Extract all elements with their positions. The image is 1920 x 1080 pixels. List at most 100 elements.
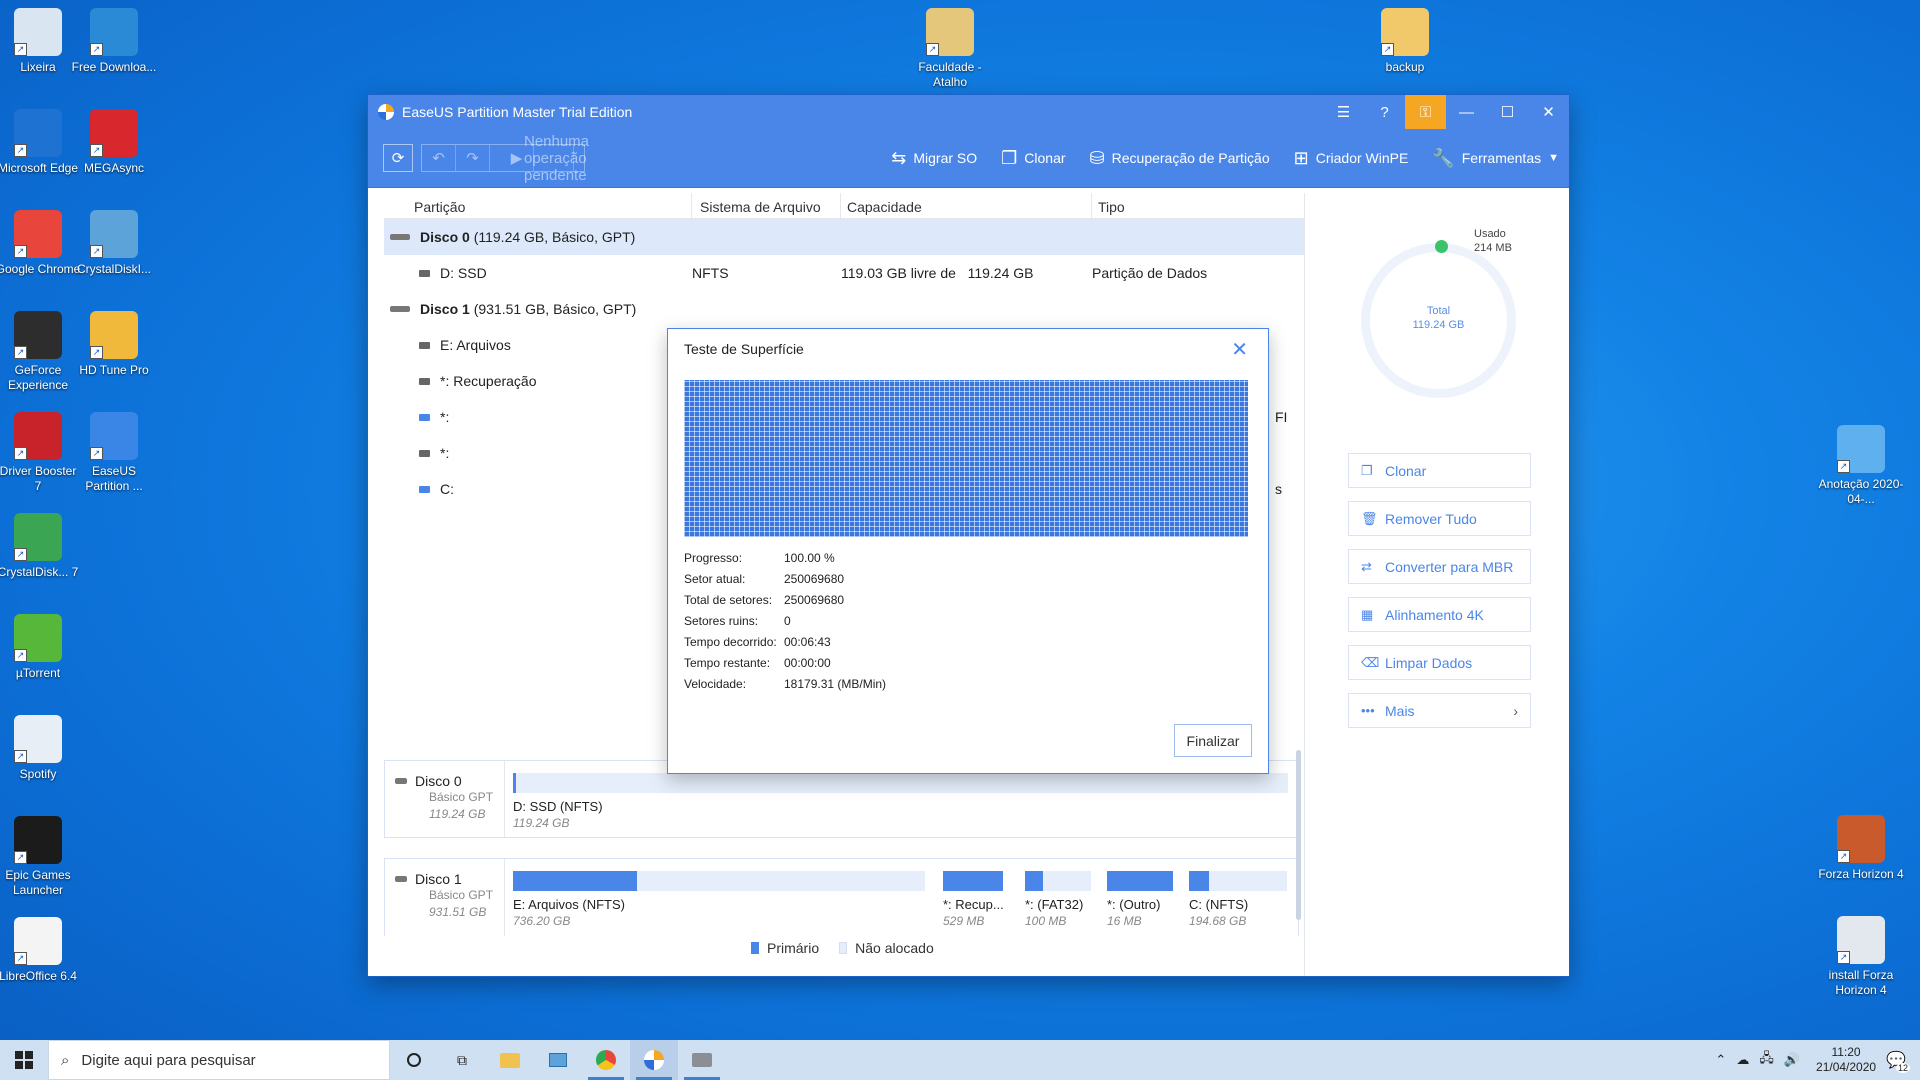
desktop-shortcut[interactable]: ↗ LibreOffice 6.4 — [0, 917, 81, 984]
task-view-button[interactable]: ⧉ — [438, 1040, 486, 1080]
maximize-button[interactable]: ☐ — [1487, 95, 1528, 129]
more-button[interactable]: ••• Mais › — [1348, 693, 1531, 728]
dialog-close-icon[interactable]: ✕ — [1231, 337, 1248, 362]
partition-total: 119.24 GB — [967, 265, 1034, 281]
desktop-shortcut[interactable]: ↗ Forza Horizon 4 — [1818, 815, 1904, 882]
title-bar: EaseUS Partition Master Trial Edition ☰ … — [368, 95, 1569, 129]
desktop-shortcut[interactable]: ↗ µTorrent — [0, 614, 81, 681]
scan-stat-value: 250069680 — [784, 593, 845, 607]
chevron-up-icon[interactable]: ⌃ — [1715, 1052, 1726, 1068]
scan-stat-label: Total de setores: — [684, 593, 773, 607]
desktop-shortcut[interactable]: ↗ CrystalDisk... 7 — [0, 513, 81, 580]
column-header[interactable]: Tipo — [1092, 193, 1304, 218]
desktop-shortcut[interactable]: ↗ Driver Booster 7 — [0, 412, 81, 494]
cortana-button[interactable] — [390, 1040, 438, 1080]
undo-button[interactable]: ↶ — [422, 145, 456, 171]
partition-bar-fill — [513, 871, 637, 891]
wipe-data-button[interactable]: ⌫ Limpar Dados — [1348, 645, 1531, 680]
desktop-shortcut[interactable]: ↗ Google Chrome — [0, 210, 81, 277]
taskbar-explorer[interactable] — [486, 1040, 534, 1080]
desktop-shortcut[interactable]: ↗ Spotify — [0, 715, 81, 782]
partition-row[interactable]: D: SSD NFTS 119.03 GB livre de 119.24 GB… — [384, 255, 1304, 291]
shortcut-arrow-icon: ↗ — [1381, 43, 1394, 56]
desktop-shortcut[interactable]: ↗ HD Tune Pro — [71, 311, 157, 378]
partition-segment[interactable]: E: Arquivos (NFTS) 736.20 GB — [513, 871, 925, 928]
desktop-shortcut[interactable]: ↗ EaseUS Partition ... — [71, 412, 157, 494]
desktop-shortcut[interactable]: ↗ MEGAsync — [71, 109, 157, 176]
minimize-button[interactable]: — — [1446, 95, 1487, 129]
shortcut-arrow-icon: ↗ — [14, 144, 27, 157]
recycle-bin-icon: ↗ — [14, 8, 62, 56]
column-header[interactable]: Capacidade — [841, 193, 1092, 218]
clock[interactable]: 11:20 21/04/2020 — [1816, 1045, 1876, 1075]
image-file-icon: ↗ — [1837, 425, 1885, 473]
scan-stat-row: Setores ruins: 0 — [684, 614, 886, 635]
desktop-shortcut[interactable]: ↗ Epic Games Launcher — [0, 816, 81, 898]
taskbar-control-panel[interactable] — [534, 1040, 582, 1080]
partition-segment[interactable]: D: SSD (NFTS) 119.24 GB — [513, 773, 1288, 830]
start-button[interactable] — [0, 1040, 48, 1080]
activate-key-icon[interactable]: ⚿ — [1405, 95, 1446, 129]
desktop-shortcut[interactable]: ↗ Faculdade - Atalho — [907, 8, 993, 90]
partition-segment[interactable]: *: (Outro) 16 MB — [1107, 871, 1173, 928]
desktop-shortcut[interactable]: ↗ GeForce Experience — [0, 311, 81, 393]
menu-icon[interactable]: ☰ — [1323, 95, 1364, 129]
table-scrollbar[interactable] — [1296, 750, 1301, 920]
remove-all-button[interactable]: 🗑 Remover Tudo — [1348, 501, 1531, 536]
crystaldiskmark-icon: ↗ — [14, 513, 62, 561]
disk-name: Disco 0 — [420, 229, 470, 245]
desktop-shortcut[interactable]: ↗ backup — [1362, 8, 1448, 75]
partition-recovery-button[interactable]: ⛁ Recuperação de Partição — [1090, 148, 1270, 169]
column-header[interactable]: Partição — [384, 193, 692, 218]
volume-icon[interactable]: 🔊 — [1784, 1052, 1800, 1068]
desktop-shortcut[interactable]: ↗ CrystalDiskI... — [71, 210, 157, 277]
refresh-button[interactable]: ⟳ — [383, 144, 413, 172]
partition-segment[interactable]: C: (NFTS) 194.68 GB — [1189, 871, 1287, 928]
desktop-shortcut[interactable]: ↗ install Forza Horizon 4 — [1818, 916, 1904, 998]
redo-button[interactable]: ↷ — [456, 145, 490, 171]
notifications-button[interactable]: 💬 12 — [1886, 1050, 1910, 1073]
tools-menu-button[interactable]: 🔧 Ferramentas ▼ — [1432, 148, 1559, 169]
crystaldiskinfo-icon: ↗ — [90, 210, 138, 258]
taskbar-app[interactable] — [678, 1040, 726, 1080]
system-partition-icon — [419, 413, 430, 421]
disk-row[interactable]: Disco 1 (931.51 GB, Básico, GPT) — [384, 291, 1304, 327]
shortcut-arrow-icon: ↗ — [14, 447, 27, 460]
desktop-shortcut[interactable]: ↗ Free Downloa... — [71, 8, 157, 75]
finish-button[interactable]: Finalizar — [1174, 724, 1252, 757]
column-header[interactable]: Sistema de Arquivo — [692, 193, 841, 218]
pending-operations-button[interactable]: ▶ Nenhuma operação pendente — [490, 133, 589, 184]
partition-segment[interactable]: *: Recup... 529 MB — [943, 871, 1004, 928]
legend-primary: Primário — [751, 940, 819, 956]
taskbar: ⌕ Digite aqui para pesquisar ⧉ ⌃ ☁ 🖧 🔊 1… — [0, 1040, 1920, 1080]
migrate-os-button[interactable]: ⇆ Migrar SO — [891, 148, 977, 169]
clone-side-label: Clonar — [1385, 462, 1427, 479]
onedrive-icon[interactable]: ☁ — [1736, 1052, 1749, 1068]
disk-map-disk1[interactable]: Disco 1 Básico GPT 931.51 GB E: Arquivos… — [384, 858, 1299, 936]
geforce-icon: ↗ — [14, 311, 62, 359]
network-icon[interactable]: 🖧 — [1759, 1049, 1774, 1071]
partition-name: E: Arquivos — [440, 337, 511, 353]
clone-side-button[interactable]: ❐ Clonar — [1348, 453, 1531, 488]
legend-primary-label: Primário — [767, 940, 820, 956]
close-button[interactable]: ✕ — [1528, 95, 1569, 129]
desktop-shortcut[interactable]: ↗ Microsoft Edge — [0, 109, 81, 176]
clock-date: 21/04/2020 — [1816, 1060, 1877, 1074]
partition-icon — [419, 377, 430, 385]
clone-button[interactable]: ❐ Clonar — [1001, 148, 1065, 169]
desktop-shortcut-label: Lixeira — [20, 60, 56, 74]
scan-stat-row: Tempo decorrido: 00:06:43 — [684, 635, 886, 656]
forza-icon: ↗ — [1837, 815, 1885, 863]
align-4k-button[interactable]: ▦ Alinhamento 4K — [1348, 597, 1531, 632]
search-box[interactable]: ⌕ Digite aqui para pesquisar — [48, 1040, 390, 1080]
taskbar-easeus[interactable] — [630, 1040, 678, 1080]
help-icon[interactable]: ? — [1364, 95, 1405, 129]
winpe-creator-button[interactable]: ⊞ Criador WinPE — [1294, 148, 1409, 169]
desktop-shortcut[interactable]: ↗ Anotação 2020-04-... — [1818, 425, 1904, 507]
convert-mbr-button[interactable]: ⇄ Converter para MBR — [1348, 549, 1531, 584]
desktop-shortcut[interactable]: ↗ Lixeira — [0, 8, 81, 75]
taskbar-chrome[interactable] — [582, 1040, 630, 1080]
partition-segment[interactable]: *: (FAT32) 100 MB — [1025, 871, 1091, 928]
disk-row[interactable]: Disco 0 (119.24 GB, Básico, GPT) — [384, 219, 1304, 255]
mega-icon: ↗ — [90, 109, 138, 157]
